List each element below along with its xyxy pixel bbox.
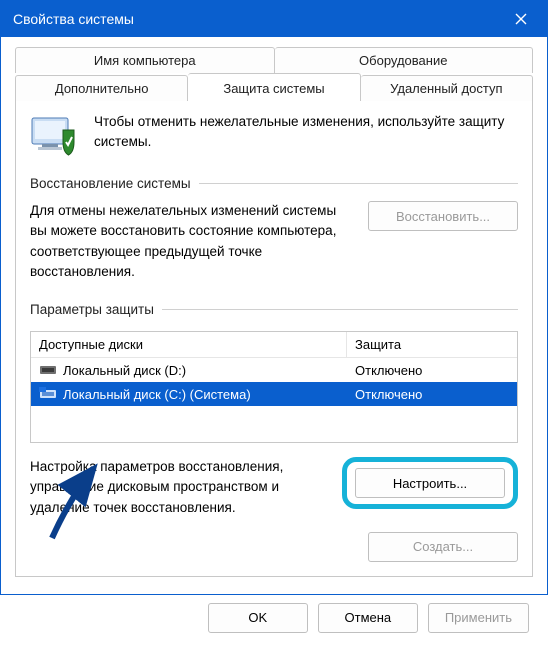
drive-row[interactable]: Локальный диск (D:) Отключено [31, 358, 517, 382]
annotation-highlight: Настроить... [342, 457, 518, 509]
drive-row-selected[interactable]: Локальный диск (C:) (Система) Отключено [31, 382, 517, 406]
drives-table[interactable]: Доступные диски Защита Локальный диск (D… [30, 331, 518, 443]
tab-hardware[interactable]: Оборудование [275, 47, 534, 73]
hdd-system-icon [39, 387, 57, 401]
drive-status: Отключено [347, 387, 517, 402]
ok-button[interactable]: OK [208, 603, 308, 633]
titlebar: Свойства системы [1, 1, 547, 37]
config-description: Настройка параметров восстановления, упр… [30, 457, 326, 518]
drives-header: Доступные диски Защита [31, 332, 517, 358]
tab-system-protection[interactable]: Защита системы [188, 73, 360, 101]
restore-button: Восстановить... [368, 201, 518, 231]
tab-panel: Чтобы отменить нежелательные изменения, … [15, 100, 533, 577]
protection-section-label: Параметры защиты [30, 302, 518, 317]
cancel-button[interactable]: Отмена [318, 603, 418, 633]
shield-monitor-icon [30, 112, 82, 156]
dialog-footer: OK Отмена Применить [1, 589, 547, 647]
drive-name: Локальный диск (D:) [63, 363, 186, 378]
hdd-icon [39, 363, 57, 377]
window-title: Свойства системы [13, 11, 499, 27]
tab-remote[interactable]: Удаленный доступ [361, 75, 533, 101]
close-button[interactable] [499, 1, 543, 37]
tab-advanced[interactable]: Дополнительно [15, 75, 188, 101]
tab-computer-name[interactable]: Имя компьютера [15, 47, 275, 73]
apply-button: Применить [428, 603, 529, 633]
col-drive: Доступные диски [31, 332, 347, 357]
close-icon [515, 13, 527, 25]
intro-text: Чтобы отменить нежелательные изменения, … [94, 112, 518, 151]
drive-status: Отключено [347, 363, 517, 378]
configure-button[interactable]: Настроить... [355, 468, 505, 498]
restore-description: Для отмены нежелательных изменений систе… [30, 201, 352, 282]
restore-section-label: Восстановление системы [30, 176, 518, 191]
drive-name: Локальный диск (C:) (Система) [63, 387, 251, 402]
col-status: Защита [347, 332, 517, 357]
create-button: Создать... [368, 532, 518, 562]
